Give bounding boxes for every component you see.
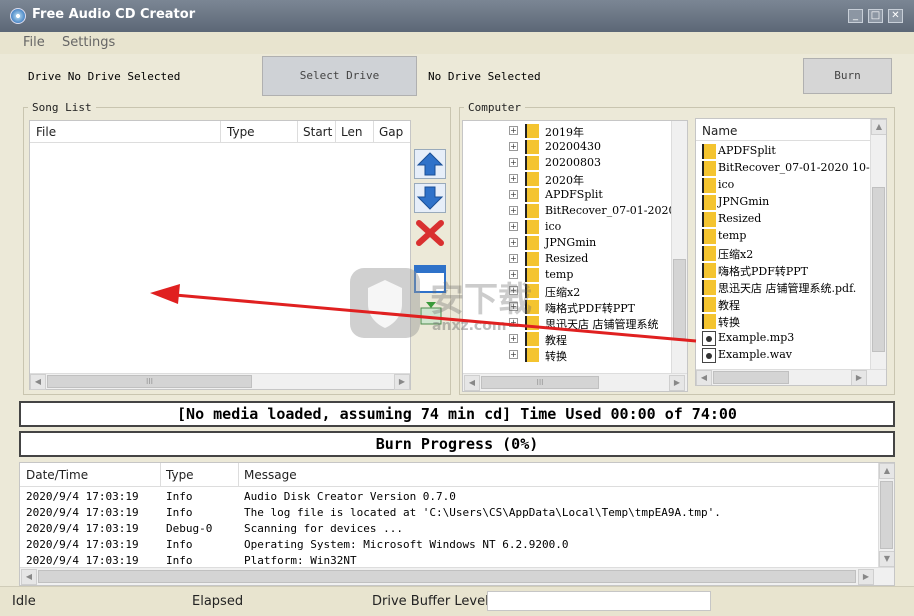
log-row[interactable]: 2020/9/4 17:03:19 Debug-0 Scanning for dev… — [20, 521, 878, 537]
scroll-left-icon[interactable]: ◀ — [21, 569, 37, 585]
drive-buffer-meter — [487, 591, 711, 611]
log-message: Platform: Win32NT — [244, 554, 357, 567]
col-datetime[interactable]: Date/Time — [26, 468, 88, 482]
log-hscroll-thumb[interactable] — [38, 570, 856, 583]
log-vscroll-thumb[interactable] — [880, 481, 893, 549]
log-message: Scanning for devices ... — [244, 522, 403, 535]
log-row[interactable]: 2020/9/4 17:03:19 Info Operating System: M… — [20, 537, 878, 553]
drive-buffer-label: Drive Buffer Level: — [372, 594, 494, 609]
scroll-up-icon[interactable]: ▲ — [879, 463, 894, 479]
status-state: Idle — [12, 594, 36, 609]
log-time: 2020/9/4 17:03:19 — [26, 490, 139, 503]
log-type: Info — [166, 490, 193, 503]
log-type: Info — [166, 538, 193, 551]
log-row[interactable]: 2020/9/4 17:03:19 Info Audio Disk Creator … — [20, 489, 878, 505]
log-table[interactable]: Date/Time Type Message 2020/9/4 17:03:19… — [19, 462, 895, 586]
scroll-down-icon[interactable]: ▼ — [879, 551, 894, 567]
log-message: The log file is located at 'C:\Users\CS\… — [244, 506, 721, 519]
log-message: Operating System: Microsoft Windows NT 6… — [244, 538, 569, 551]
log-type: Debug-0 — [166, 522, 213, 535]
log-vscrollbar[interactable]: ▲ ▼ — [878, 463, 894, 567]
log-time: 2020/9/4 17:03:19 — [26, 554, 139, 567]
time-used-status: [No media loaded, assuming 74 min cd] Ti… — [19, 401, 895, 427]
log-hscrollbar[interactable]: ◀ ▶ — [20, 567, 894, 585]
log-time: 2020/9/4 17:03:19 — [26, 538, 139, 551]
col-type[interactable]: Type — [166, 468, 194, 482]
log-type: Info — [166, 554, 193, 567]
status-elapsed: Elapsed — [192, 594, 244, 609]
log-row[interactable]: 2020/9/4 17:03:19 Info The log file is loc… — [20, 505, 878, 521]
burn-progress-bar: Burn Progress (0%) — [19, 431, 895, 457]
log-time: 2020/9/4 17:03:19 — [26, 506, 139, 519]
status-bar: Idle Elapsed Drive Buffer Level: — [0, 586, 914, 616]
log-time: 2020/9/4 17:03:19 — [26, 522, 139, 535]
log-type: Info — [166, 506, 193, 519]
col-message[interactable]: Message — [244, 468, 297, 482]
log-message: Audio Disk Creator Version 0.7.0 — [244, 490, 456, 503]
scroll-right-icon[interactable]: ▶ — [858, 569, 874, 585]
log-header: Date/Time Type Message — [20, 463, 894, 487]
